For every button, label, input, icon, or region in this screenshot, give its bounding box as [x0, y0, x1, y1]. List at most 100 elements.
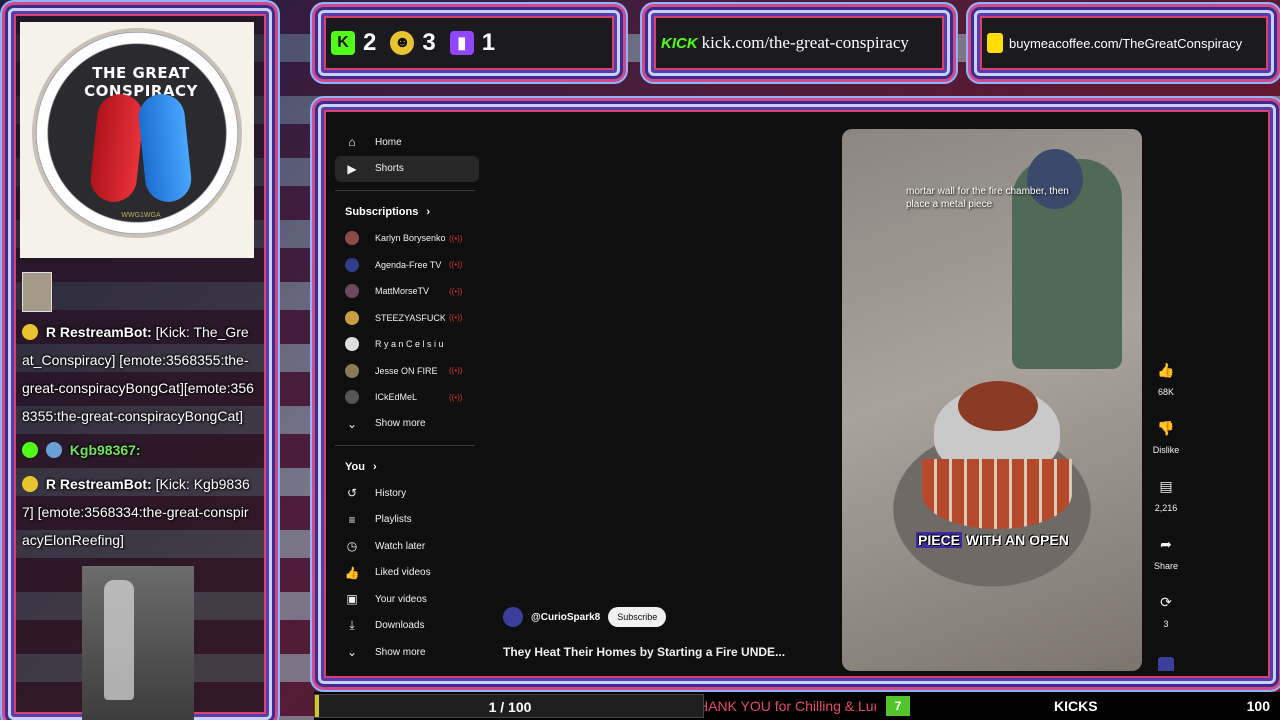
subscriptions-header[interactable]: Subscriptions ›: [335, 199, 479, 225]
subscription-item[interactable]: R y a n C e l s i u ...: [335, 331, 479, 358]
dislike-icon: 👎: [1157, 419, 1175, 436]
video-icon: ▣: [346, 592, 358, 607]
chat-emote-image: [82, 566, 194, 720]
avatar-badge-icon: [45, 442, 62, 458]
sidebar-item-your-videos[interactable]: ▣ Your videos: [335, 586, 479, 613]
sidebar-item-home[interactable]: ⌂ Home: [335, 129, 479, 156]
share-label: Share: [1153, 561, 1179, 571]
subscription-item[interactable]: Jesse ON FIRE ((•)): [335, 358, 479, 385]
logo-title: THE GREAT CONSPIRACY: [84, 64, 198, 100]
chat-thumbnail: [22, 272, 52, 312]
caption-highlight: PIECE: [916, 532, 963, 548]
avatar: [345, 363, 359, 378]
show-more-label: Show more: [375, 646, 426, 658]
rumble-icon: ☻: [390, 31, 415, 55]
comment-icon: ▤: [1159, 477, 1173, 494]
sidebar-item-label: History: [375, 487, 407, 499]
sidebar-item-playlists[interactable]: ≡ Playlists: [335, 507, 479, 534]
dislike-button[interactable]: 👎 Dislike: [1147, 419, 1185, 477]
sidebar-item-label: Liked videos: [375, 567, 431, 579]
remix-button[interactable]: ⟳ 3: [1147, 593, 1185, 651]
sidebar-item-liked-videos[interactable]: 👍 Liked videos: [335, 560, 479, 587]
follower-stats-panel: K 2 ☻ 3 ▮ 1: [318, 10, 620, 76]
subscription-name: ICkEdMeL: [375, 392, 418, 403]
subscription-item[interactable]: Karlyn Borysenko ((•)): [335, 225, 479, 252]
rumble-badge-icon: [22, 324, 38, 340]
kicks-label: KICKS: [1054, 698, 1098, 714]
channel-name[interactable]: @CurioSpark8: [531, 612, 600, 623]
bmac-link-panel: buymeacoffee.com/TheGreatConspiracy: [974, 10, 1274, 76]
live-icon: ((•)): [449, 286, 463, 296]
rumble-stat: ☻ 3: [390, 29, 436, 57]
chevron-right-icon: ›: [426, 206, 431, 218]
youtube-sidebar: ⌂ Home ▶ Shorts Subscriptions › Karlyn B…: [335, 129, 479, 666]
kicks-goal: 100: [1246, 698, 1270, 714]
shorts-action-bar: 👍 68K 👎 Dislike ▤ 2,216 ➦ Share ⟳ 3: [1147, 361, 1185, 671]
kick-logo-icon: KICK: [661, 34, 698, 52]
subscription-item[interactable]: MattMorseTV ((•)): [335, 278, 479, 305]
ticker-text: HANK YOU for Chilling & Lurking!: [704, 692, 876, 720]
chat-feed: R RestreamBot: [Kick: The_Great_Conspira…: [22, 318, 254, 560]
chevron-right-icon: ›: [372, 461, 377, 473]
show-more-you[interactable]: ⌄ Show more: [335, 639, 479, 666]
remix-count: 3: [1163, 619, 1169, 629]
show-more-subscriptions[interactable]: ⌄ Show more: [335, 411, 479, 438]
sidebar-item-label: Your videos: [375, 593, 427, 605]
subscription-item[interactable]: STEEZYASFUCK ((•)): [335, 305, 479, 332]
rumble-count: 3: [422, 29, 436, 56]
bottom-goal-bar: 1 / 100 HANK YOU for Chilling & Lurking!…: [314, 692, 1280, 720]
blue-pill-icon: [136, 91, 194, 205]
live-icon: ((•)): [449, 366, 463, 376]
goal-progress-bar: 1 / 100: [314, 694, 704, 718]
kick-count: 2: [363, 29, 377, 56]
subscription-name: Karlyn Borysenko: [375, 233, 445, 244]
share-button[interactable]: ➦ Share: [1147, 535, 1185, 593]
shorts-icon: ▶: [347, 161, 357, 176]
audio-source-avatar[interactable]: [1158, 657, 1174, 671]
rumble-badge-icon: [22, 476, 38, 492]
comments-button[interactable]: ▤ 2,216: [1147, 477, 1185, 535]
subscription-name: R y a n C e l s i u ...: [375, 339, 445, 350]
subscriptions-header-label: Subscriptions: [345, 206, 419, 218]
like-button[interactable]: 👍 68K: [1147, 361, 1185, 419]
video-title[interactable]: They Heat Their Homes by Starting a Fire…: [503, 645, 785, 659]
twitch-icon: ▮: [449, 31, 474, 55]
subscription-item[interactable]: ICkEdMeL ((•)): [335, 384, 479, 411]
channel-logo: THE GREAT CONSPIRACY WWG1WGA: [20, 22, 254, 258]
chevron-down-icon: ⌄: [346, 416, 358, 431]
sidebar-item-watch-later[interactable]: ◷ Watch later: [335, 533, 479, 560]
sidebar-item-label: Shorts: [375, 163, 404, 175]
chat-username: Kgb98367:: [69, 442, 141, 458]
subscribe-button[interactable]: Subscribe: [608, 607, 667, 627]
kick-badge-icon: [22, 442, 38, 458]
shorts-video-player[interactable]: mortar wall for the fire chamber, then p…: [842, 129, 1142, 671]
subscription-name: MattMorseTV: [375, 286, 430, 297]
live-icon: ((•)): [449, 392, 463, 402]
red-pill-icon: [88, 91, 146, 205]
sidebar-item-label: Home: [375, 136, 402, 148]
you-header[interactable]: You ›: [335, 454, 479, 480]
show-more-label: Show more: [375, 418, 426, 430]
divider: [335, 445, 475, 446]
sidebar-item-label: Playlists: [375, 514, 412, 526]
like-count: 68K: [1157, 387, 1174, 397]
goal-progress-label: 1 / 100: [488, 699, 532, 715]
avatar: [345, 284, 359, 299]
chat-message: R RestreamBot: [Kick: Kgb98367] [emote:3…: [22, 470, 254, 554]
sidebar-item-shorts[interactable]: ▶ Shorts: [335, 155, 479, 182]
subscription-name: Agenda-Free TV: [375, 259, 442, 270]
sidebar-item-downloads[interactable]: ⤓ Downloads: [335, 613, 479, 640]
live-icon: ((•)): [449, 260, 463, 270]
you-header-label: You: [345, 461, 365, 473]
kick-link-panel: KICK kick.com/the-great-conspiracy: [648, 10, 950, 76]
avatar[interactable]: [503, 607, 523, 627]
video-caption-bottom: PIECE WITH AN OPEN: [916, 532, 1069, 548]
avatar: [345, 337, 359, 352]
chat-username: R RestreamBot:: [45, 324, 152, 340]
kick-icon: K: [331, 31, 355, 55]
chevron-down-icon: ⌄: [346, 645, 358, 660]
sidebar-item-history[interactable]: ↺ History: [335, 480, 479, 507]
twitch-stat: ▮ 1: [449, 29, 495, 57]
coffee-cup-icon: [987, 33, 1003, 53]
subscription-item[interactable]: Agenda-Free TV ((•)): [335, 252, 479, 279]
